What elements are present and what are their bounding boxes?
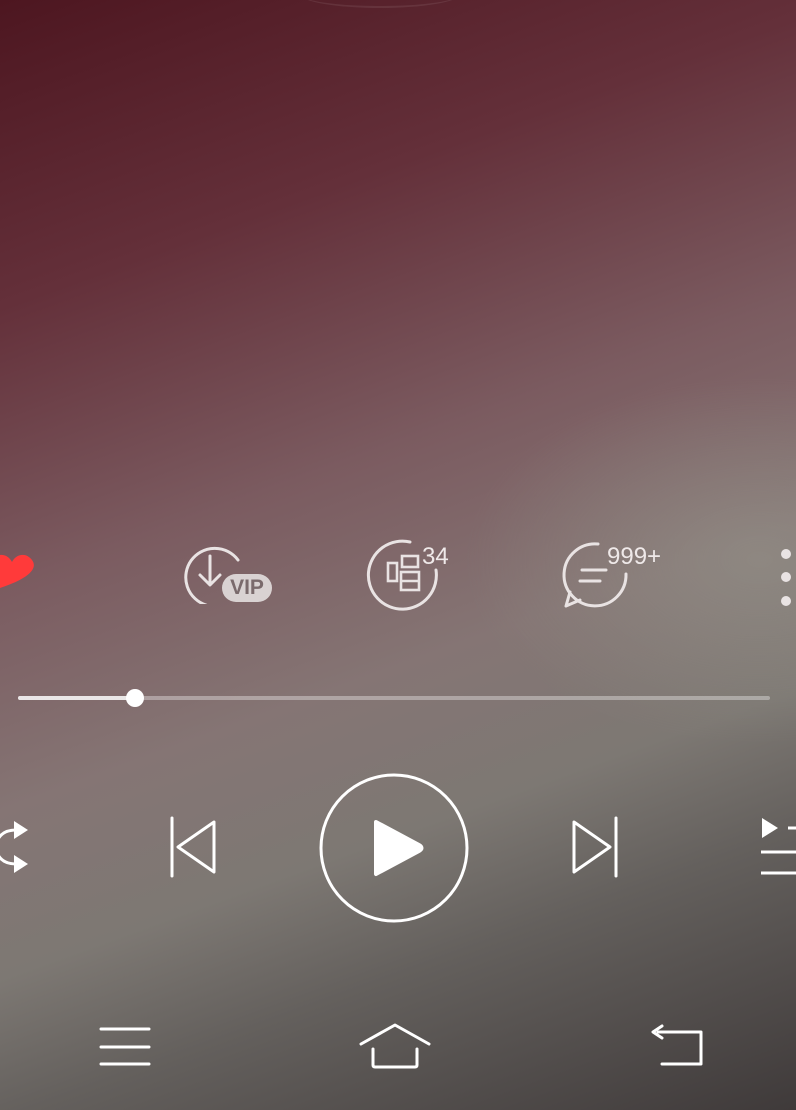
action-bar: VIP 34 999+ [0,530,796,630]
heart-icon[interactable] [0,548,36,594]
comment-button[interactable]: 999+ [560,536,680,616]
vip-badge: VIP [222,574,272,602]
comment-count: 999+ [607,543,662,570]
more-vertical-icon[interactable] [772,544,796,624]
download-button[interactable]: VIP [176,540,276,604]
home-icon[interactable] [358,1022,434,1070]
playback-controls [0,770,796,926]
progress-slider[interactable] [18,684,770,712]
play-button[interactable] [318,772,470,924]
previous-track-icon[interactable] [166,816,222,880]
repeat-icon[interactable] [0,814,40,884]
back-icon[interactable] [648,1024,708,1070]
progress-fill [18,696,135,700]
play-icon [374,820,424,876]
menu-icon[interactable] [98,1026,154,1070]
progress-handle[interactable] [126,689,144,707]
next-track-icon[interactable] [568,816,624,880]
sing-count: 34 [422,543,449,570]
playlist-icon[interactable] [758,816,796,880]
sing-button[interactable]: 34 [362,536,462,616]
artwork-edge [300,0,460,8]
system-nav-bar [0,1010,796,1090]
